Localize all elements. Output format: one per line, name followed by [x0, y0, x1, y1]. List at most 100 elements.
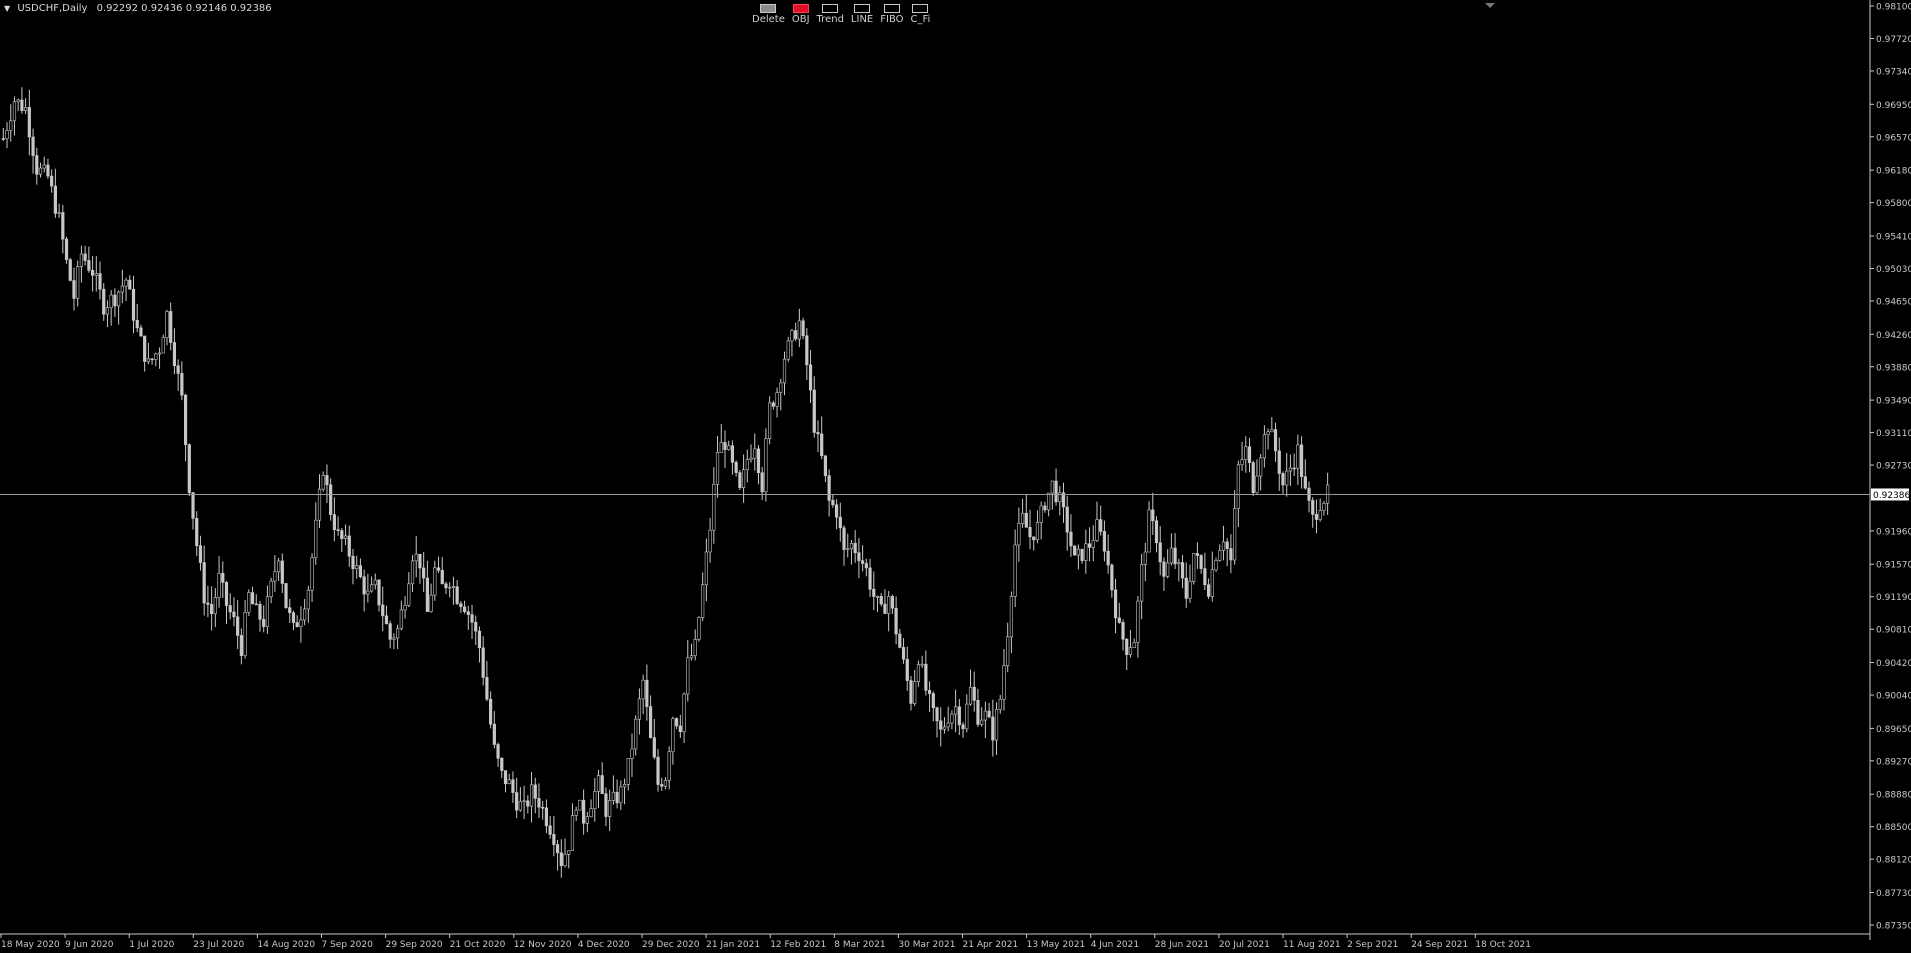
- candle: [1054, 468, 1058, 506]
- candle-body: [537, 798, 541, 808]
- candle: [440, 557, 444, 585]
- tool-trend-button[interactable]: Trend: [817, 4, 844, 25]
- time-tick-label: 12 Nov 2020: [514, 940, 572, 950]
- candle-body: [526, 800, 530, 807]
- candle-body: [83, 253, 87, 261]
- candle-body: [250, 592, 255, 605]
- candle-body: [436, 567, 441, 571]
- candle: [771, 400, 775, 410]
- candle-body: [1285, 470, 1289, 486]
- candle: [455, 580, 459, 606]
- candle: [965, 694, 969, 733]
- candle: [916, 660, 921, 687]
- candle: [622, 778, 627, 805]
- candle-body: [593, 790, 597, 810]
- candle-body: [202, 562, 206, 604]
- candle: [555, 840, 560, 871]
- candle: [343, 524, 348, 545]
- candle: [961, 722, 965, 738]
- time-tick-label: 20 Jul 2021: [1219, 940, 1270, 950]
- candle: [280, 553, 284, 594]
- candle: [678, 714, 682, 738]
- candle: [135, 303, 139, 333]
- tool-fibo-button[interactable]: FIBO: [880, 4, 904, 25]
- candle-body: [596, 775, 601, 792]
- candle-body: [868, 567, 872, 590]
- candle-body: [1, 138, 5, 140]
- candle-body: [942, 726, 947, 730]
- candle-body: [481, 647, 485, 678]
- candle-body: [515, 792, 519, 811]
- candle: [1006, 622, 1010, 673]
- candle-body: [853, 543, 857, 554]
- candle-body: [1047, 492, 1051, 511]
- candle-body: [1054, 480, 1058, 503]
- candle-body: [901, 647, 906, 660]
- candle-body: [961, 724, 965, 730]
- candle: [1225, 538, 1229, 567]
- dropdown-triangle-icon[interactable]: ▼: [4, 4, 10, 13]
- candle-body: [689, 655, 694, 659]
- candle-body: [161, 337, 165, 354]
- time-tick-label: 24 Sep 2021: [1411, 940, 1468, 950]
- candle: [894, 596, 898, 645]
- candle-body: [1180, 562, 1185, 579]
- candle-body: [1229, 548, 1233, 561]
- tool-box-icon: [760, 4, 777, 13]
- candle-body: [693, 639, 697, 656]
- price-tick-label: 0.92730: [1876, 462, 1911, 472]
- candle: [935, 706, 939, 738]
- candle-body: [864, 563, 868, 569]
- candle: [329, 478, 333, 521]
- candle: [585, 811, 589, 833]
- candle-body: [317, 488, 322, 521]
- candle: [578, 799, 582, 811]
- candle-body: [280, 560, 284, 584]
- candle: [931, 691, 935, 722]
- candle: [515, 777, 519, 819]
- candle: [295, 615, 299, 628]
- price-tick-label: 0.94260: [1876, 331, 1911, 341]
- candle: [451, 576, 456, 605]
- candle: [1106, 534, 1110, 574]
- candle-body: [582, 799, 586, 824]
- candle: [366, 573, 370, 603]
- candle: [950, 710, 954, 730]
- tool-line-button[interactable]: LINE: [851, 4, 873, 25]
- price-tick-label: 0.89650: [1876, 725, 1911, 735]
- candle-body: [775, 392, 779, 407]
- candle: [38, 162, 43, 178]
- candle-body: [1017, 523, 1021, 546]
- candle-body: [1273, 429, 1278, 452]
- scroll-marker-icon[interactable]: [1485, 3, 1495, 8]
- candle-body: [1225, 541, 1229, 549]
- candle-body: [265, 596, 270, 627]
- candle-body: [1240, 459, 1244, 466]
- candle-body: [570, 815, 575, 851]
- candle-body: [1024, 512, 1028, 528]
- candle: [1069, 514, 1073, 557]
- candle: [422, 551, 426, 593]
- candle: [901, 638, 906, 664]
- candle: [1244, 436, 1248, 473]
- chart-window[interactable]: 0.98100 0.97720 0.97340 0.96950 0.96570 0.961…: [0, 0, 1911, 953]
- tool-delete-button[interactable]: Delete: [752, 4, 785, 25]
- candle: [980, 707, 984, 727]
- candle-body: [340, 530, 344, 539]
- time-tick-label: 4 Jun 2021: [1091, 940, 1139, 950]
- tool-c-fi-button[interactable]: C_Fi: [911, 4, 930, 25]
- candle: [336, 516, 340, 536]
- candle-body: [187, 444, 191, 493]
- candle: [258, 600, 262, 632]
- candle-body: [27, 107, 31, 138]
- candle-body: [704, 551, 708, 586]
- candle-body: [113, 294, 117, 307]
- candle: [347, 525, 351, 567]
- candle: [202, 545, 206, 616]
- tool-obj-button[interactable]: OBJ: [792, 4, 810, 25]
- candle: [1102, 520, 1107, 562]
- candle: [418, 553, 422, 584]
- candlestick-chart[interactable]: 0.98100 0.97720 0.97340 0.96950 0.96570 0.961…: [0, 0, 1911, 953]
- candle: [180, 361, 184, 401]
- candle: [689, 643, 694, 661]
